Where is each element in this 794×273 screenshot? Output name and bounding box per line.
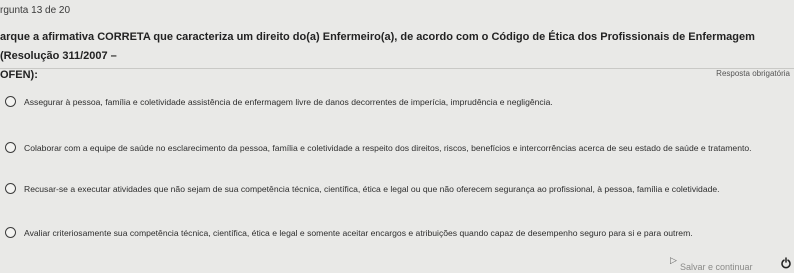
question-counter: rgunta 13 de 20 (0, 5, 71, 16)
answer-option-1[interactable]: Assegurar à pessoa, família e coletivida… (5, 96, 553, 107)
required-label: Resposta obrigatória (716, 69, 790, 78)
answer-option-label: Recusar-se a executar atividades que não… (24, 183, 720, 194)
answer-option-4[interactable]: Avaliar criteriosamente sua competência … (5, 227, 693, 238)
answer-option-label: Assegurar à pessoa, família e coletivida… (24, 96, 553, 107)
question-text: arque a afirmativa CORRETA que caracteri… (0, 31, 755, 81)
radio-circle-icon[interactable] (5, 96, 16, 107)
answer-option-3[interactable]: Recusar-se a executar atividades que não… (5, 183, 720, 194)
radio-circle-icon[interactable] (5, 227, 16, 238)
answer-option-label: Avaliar criteriosamente sua competência … (24, 227, 693, 238)
radio-circle-icon[interactable] (5, 183, 16, 194)
radio-circle-icon[interactable] (5, 142, 16, 153)
mouse-cursor-icon: ▷ (670, 255, 677, 265)
answer-option-label: Colaborar com a equipe de saúde no escla… (24, 142, 752, 153)
divider (0, 68, 794, 69)
save-continue-button[interactable]: Salvar e continuar (680, 262, 753, 272)
power-icon[interactable] (778, 256, 794, 270)
answer-option-2[interactable]: Colaborar com a equipe de saúde no escla… (5, 142, 752, 153)
